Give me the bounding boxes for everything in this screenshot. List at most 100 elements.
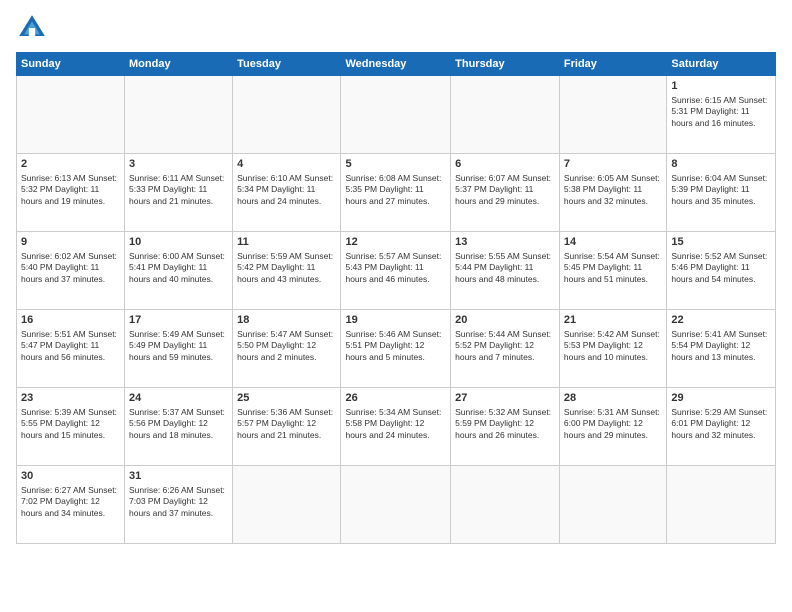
day-number: 26 <box>345 391 446 406</box>
day-cell: 17Sunrise: 5:49 AM Sunset: 5:49 PM Dayli… <box>125 310 233 388</box>
day-cell: 5Sunrise: 6:08 AM Sunset: 5:35 PM Daylig… <box>341 154 451 232</box>
day-cell: 27Sunrise: 5:32 AM Sunset: 5:59 PM Dayli… <box>451 388 560 466</box>
day-number: 17 <box>129 313 228 328</box>
day-info: Sunrise: 6:02 AM Sunset: 5:40 PM Dayligh… <box>21 251 120 285</box>
day-cell <box>341 466 451 544</box>
day-info: Sunrise: 6:26 AM Sunset: 7:03 PM Dayligh… <box>129 485 228 519</box>
day-info: Sunrise: 6:10 AM Sunset: 5:34 PM Dayligh… <box>237 173 336 207</box>
day-cell: 6Sunrise: 6:07 AM Sunset: 5:37 PM Daylig… <box>451 154 560 232</box>
day-cell <box>233 76 341 154</box>
day-cell: 3Sunrise: 6:11 AM Sunset: 5:33 PM Daylig… <box>125 154 233 232</box>
day-info: Sunrise: 5:34 AM Sunset: 5:58 PM Dayligh… <box>345 407 446 441</box>
day-cell <box>341 76 451 154</box>
calendar: SundayMondayTuesdayWednesdayThursdayFrid… <box>16 52 776 544</box>
week-row: 2Sunrise: 6:13 AM Sunset: 5:32 PM Daylig… <box>17 154 776 232</box>
week-row: 1Sunrise: 6:15 AM Sunset: 5:31 PM Daylig… <box>17 76 776 154</box>
day-info: Sunrise: 5:32 AM Sunset: 5:59 PM Dayligh… <box>455 407 555 441</box>
weekday-header-tuesday: Tuesday <box>233 53 341 76</box>
logo <box>16 12 52 44</box>
day-info: Sunrise: 5:41 AM Sunset: 5:54 PM Dayligh… <box>671 329 771 363</box>
day-cell: 23Sunrise: 5:39 AM Sunset: 5:55 PM Dayli… <box>17 388 125 466</box>
day-cell: 9Sunrise: 6:02 AM Sunset: 5:40 PM Daylig… <box>17 232 125 310</box>
day-number: 7 <box>564 157 662 172</box>
day-info: Sunrise: 5:31 AM Sunset: 6:00 PM Dayligh… <box>564 407 662 441</box>
day-number: 16 <box>21 313 120 328</box>
day-info: Sunrise: 5:44 AM Sunset: 5:52 PM Dayligh… <box>455 329 555 363</box>
day-info: Sunrise: 5:55 AM Sunset: 5:44 PM Dayligh… <box>455 251 555 285</box>
day-number: 18 <box>237 313 336 328</box>
day-cell: 31Sunrise: 6:26 AM Sunset: 7:03 PM Dayli… <box>125 466 233 544</box>
day-cell: 7Sunrise: 6:05 AM Sunset: 5:38 PM Daylig… <box>559 154 666 232</box>
day-cell <box>125 76 233 154</box>
day-number: 22 <box>671 313 771 328</box>
day-cell <box>451 466 560 544</box>
day-cell: 4Sunrise: 6:10 AM Sunset: 5:34 PM Daylig… <box>233 154 341 232</box>
day-info: Sunrise: 6:00 AM Sunset: 5:41 PM Dayligh… <box>129 251 228 285</box>
day-cell: 2Sunrise: 6:13 AM Sunset: 5:32 PM Daylig… <box>17 154 125 232</box>
day-number: 20 <box>455 313 555 328</box>
weekday-header-wednesday: Wednesday <box>341 53 451 76</box>
day-info: Sunrise: 6:13 AM Sunset: 5:32 PM Dayligh… <box>21 173 120 207</box>
day-info: Sunrise: 6:07 AM Sunset: 5:37 PM Dayligh… <box>455 173 555 207</box>
day-info: Sunrise: 6:11 AM Sunset: 5:33 PM Dayligh… <box>129 173 228 207</box>
day-number: 19 <box>345 313 446 328</box>
day-number: 10 <box>129 235 228 250</box>
day-info: Sunrise: 5:42 AM Sunset: 5:53 PM Dayligh… <box>564 329 662 363</box>
day-info: Sunrise: 5:52 AM Sunset: 5:46 PM Dayligh… <box>671 251 771 285</box>
day-info: Sunrise: 6:08 AM Sunset: 5:35 PM Dayligh… <box>345 173 446 207</box>
day-cell: 1Sunrise: 6:15 AM Sunset: 5:31 PM Daylig… <box>667 76 776 154</box>
day-info: Sunrise: 6:04 AM Sunset: 5:39 PM Dayligh… <box>671 173 771 207</box>
day-info: Sunrise: 5:46 AM Sunset: 5:51 PM Dayligh… <box>345 329 446 363</box>
week-row: 16Sunrise: 5:51 AM Sunset: 5:47 PM Dayli… <box>17 310 776 388</box>
weekday-header-monday: Monday <box>125 53 233 76</box>
day-cell: 16Sunrise: 5:51 AM Sunset: 5:47 PM Dayli… <box>17 310 125 388</box>
day-cell: 11Sunrise: 5:59 AM Sunset: 5:42 PM Dayli… <box>233 232 341 310</box>
day-cell: 12Sunrise: 5:57 AM Sunset: 5:43 PM Dayli… <box>341 232 451 310</box>
day-cell: 21Sunrise: 5:42 AM Sunset: 5:53 PM Dayli… <box>559 310 666 388</box>
day-cell: 26Sunrise: 5:34 AM Sunset: 5:58 PM Dayli… <box>341 388 451 466</box>
day-number: 6 <box>455 157 555 172</box>
day-number: 24 <box>129 391 228 406</box>
weekday-header-sunday: Sunday <box>17 53 125 76</box>
day-info: Sunrise: 6:27 AM Sunset: 7:02 PM Dayligh… <box>21 485 120 519</box>
day-cell: 29Sunrise: 5:29 AM Sunset: 6:01 PM Dayli… <box>667 388 776 466</box>
week-row: 9Sunrise: 6:02 AM Sunset: 5:40 PM Daylig… <box>17 232 776 310</box>
day-info: Sunrise: 5:36 AM Sunset: 5:57 PM Dayligh… <box>237 407 336 441</box>
day-number: 27 <box>455 391 555 406</box>
day-cell <box>559 76 666 154</box>
calendar-header: SundayMondayTuesdayWednesdayThursdayFrid… <box>17 53 776 76</box>
weekday-header-friday: Friday <box>559 53 666 76</box>
day-cell: 10Sunrise: 6:00 AM Sunset: 5:41 PM Dayli… <box>125 232 233 310</box>
week-row: 30Sunrise: 6:27 AM Sunset: 7:02 PM Dayli… <box>17 466 776 544</box>
day-cell: 25Sunrise: 5:36 AM Sunset: 5:57 PM Dayli… <box>233 388 341 466</box>
day-cell: 13Sunrise: 5:55 AM Sunset: 5:44 PM Dayli… <box>451 232 560 310</box>
day-info: Sunrise: 5:47 AM Sunset: 5:50 PM Dayligh… <box>237 329 336 363</box>
day-info: Sunrise: 5:37 AM Sunset: 5:56 PM Dayligh… <box>129 407 228 441</box>
day-number: 14 <box>564 235 662 250</box>
day-cell: 22Sunrise: 5:41 AM Sunset: 5:54 PM Dayli… <box>667 310 776 388</box>
day-number: 21 <box>564 313 662 328</box>
day-number: 31 <box>129 469 228 484</box>
day-cell: 18Sunrise: 5:47 AM Sunset: 5:50 PM Dayli… <box>233 310 341 388</box>
day-cell: 28Sunrise: 5:31 AM Sunset: 6:00 PM Dayli… <box>559 388 666 466</box>
day-info: Sunrise: 6:15 AM Sunset: 5:31 PM Dayligh… <box>671 95 771 129</box>
weekday-header-saturday: Saturday <box>667 53 776 76</box>
header <box>16 12 776 44</box>
day-number: 8 <box>671 157 771 172</box>
day-info: Sunrise: 5:29 AM Sunset: 6:01 PM Dayligh… <box>671 407 771 441</box>
day-cell <box>559 466 666 544</box>
day-cell: 15Sunrise: 5:52 AM Sunset: 5:46 PM Dayli… <box>667 232 776 310</box>
day-cell <box>667 466 776 544</box>
day-number: 12 <box>345 235 446 250</box>
day-info: Sunrise: 5:51 AM Sunset: 5:47 PM Dayligh… <box>21 329 120 363</box>
calendar-body: 1Sunrise: 6:15 AM Sunset: 5:31 PM Daylig… <box>17 76 776 544</box>
day-number: 4 <box>237 157 336 172</box>
day-cell: 30Sunrise: 6:27 AM Sunset: 7:02 PM Dayli… <box>17 466 125 544</box>
day-cell: 14Sunrise: 5:54 AM Sunset: 5:45 PM Dayli… <box>559 232 666 310</box>
day-cell: 8Sunrise: 6:04 AM Sunset: 5:39 PM Daylig… <box>667 154 776 232</box>
day-cell: 19Sunrise: 5:46 AM Sunset: 5:51 PM Dayli… <box>341 310 451 388</box>
day-info: Sunrise: 5:49 AM Sunset: 5:49 PM Dayligh… <box>129 329 228 363</box>
day-info: Sunrise: 5:59 AM Sunset: 5:42 PM Dayligh… <box>237 251 336 285</box>
day-info: Sunrise: 5:54 AM Sunset: 5:45 PM Dayligh… <box>564 251 662 285</box>
day-number: 1 <box>671 79 771 94</box>
